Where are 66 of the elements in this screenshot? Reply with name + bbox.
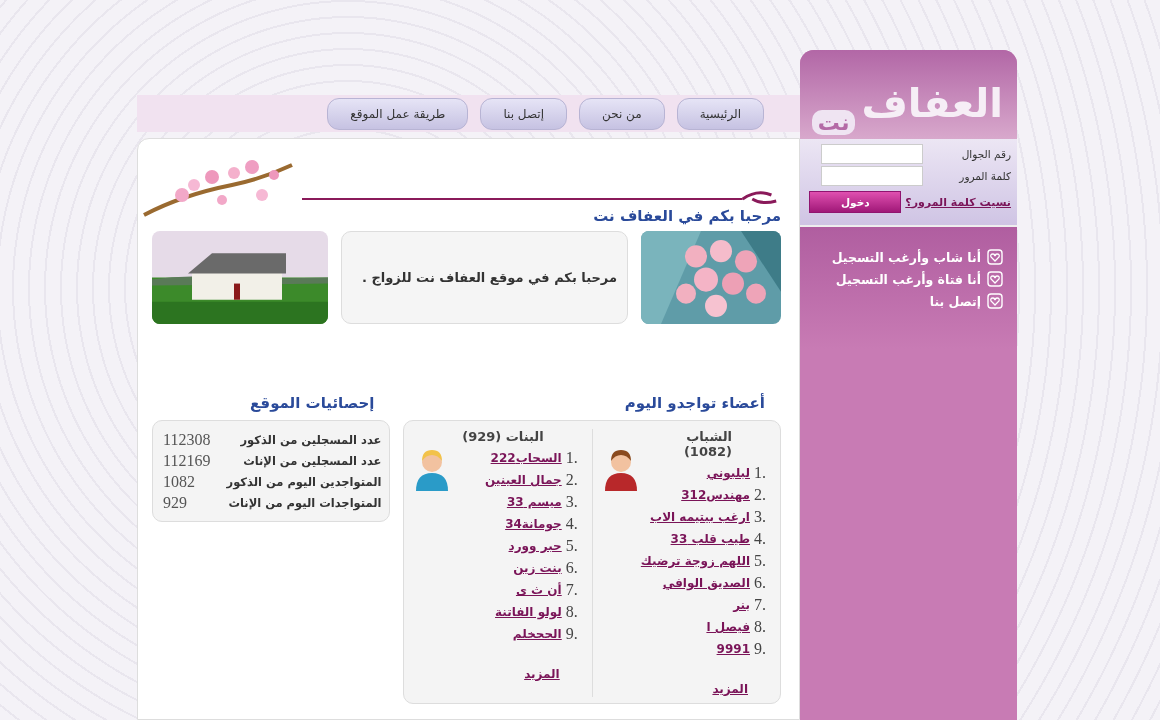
more-link[interactable]: المزيد: [712, 682, 748, 696]
group-heading: الشباب (1082): [682, 429, 733, 459]
welcome-message: مرحبا بكم في موقع العفاف نت للزواج .: [361, 270, 617, 285]
forgot-password-link[interactable]: نسيت كلمة المرور؟: [905, 195, 1011, 209]
member-link[interactable]: مهندس312: [681, 488, 750, 502]
logo-text: العفاف: [861, 83, 1003, 128]
list-number: 4.: [565, 515, 578, 533]
list-number: 7.: [754, 596, 766, 614]
stat-label: عدد المسجلين من الذكور: [240, 432, 382, 447]
list-number: 6.: [754, 574, 766, 592]
sidebar-link[interactable]: أنا شاب وأرغب التسجيل: [831, 249, 981, 265]
member-link[interactable]: لبلبوني: [706, 466, 750, 480]
list-number: 2.: [754, 486, 766, 504]
list-number: 6.: [565, 559, 578, 577]
nav-tab[interactable]: إتصل بنا: [480, 97, 568, 130]
list-number: 5.: [565, 537, 578, 555]
member-link[interactable]: ميسم 33: [506, 495, 562, 509]
list-number: 5.: [754, 552, 766, 570]
welcome-title: مرحبا بكم في العفاف نت: [593, 207, 781, 225]
member-link[interactable]: حبر وورد: [508, 539, 562, 553]
member-link[interactable]: أن ث ى: [515, 583, 562, 597]
list-number: 9.: [754, 640, 766, 658]
stat-label: المتواجدات اليوم من الإناث: [228, 495, 382, 510]
member-link[interactable]: بنت زين: [513, 561, 562, 575]
list-number: 8.: [754, 618, 766, 636]
section-title: إحصائيات الموقع: [249, 394, 376, 414]
list-number: 7.: [565, 581, 578, 599]
member-link[interactable]: فيصل ا: [706, 620, 750, 634]
list-number: 1.: [565, 449, 578, 467]
list-number: 3.: [565, 493, 578, 511]
stat-value: 112169: [163, 451, 211, 470]
login-button[interactable]: دخول: [809, 191, 902, 213]
input-field[interactable]: [821, 166, 923, 186]
nav-tab[interactable]: الرئيسية: [676, 97, 764, 130]
member-link[interactable]: اللهم زوجة ترضيك: [640, 554, 750, 568]
list-number: 3.: [754, 508, 766, 526]
more-link[interactable]: المزيد: [524, 667, 560, 681]
field-label: كلمة المرور: [957, 170, 1011, 182]
list-number: 8.: [565, 603, 578, 621]
section-title: أعضاء تواجدو اليوم: [623, 394, 766, 414]
input-field[interactable]: [821, 144, 923, 164]
nav-tab[interactable]: من نحن: [579, 97, 665, 130]
stat-value: 929: [163, 493, 187, 512]
member-link[interactable]: ارغب بيتيمه الاب: [650, 510, 750, 524]
member-link[interactable]: جمال العينين: [485, 473, 562, 487]
list-number: 9.: [565, 625, 578, 643]
list-number: 1.: [754, 464, 766, 482]
logo-suffix: نت: [811, 110, 856, 135]
member-link[interactable]: طيب قلب 33: [670, 532, 750, 546]
stat-label: عدد المسجلين من الإناث: [243, 453, 382, 468]
member-link[interactable]: الححخلم: [512, 627, 562, 641]
member-link[interactable]: الصديق الوافي: [662, 576, 750, 590]
member-link[interactable]: لولو الفاتنة: [495, 605, 562, 619]
stat-value: 1082: [163, 472, 195, 491]
group-heading: البنات (929): [461, 429, 545, 444]
nav-tab[interactable]: طريقة عمل الموقع: [327, 97, 469, 130]
member-link[interactable]: 9991: [716, 642, 750, 656]
stat-label: المتواجدين اليوم من الذكور: [226, 474, 382, 489]
member-link[interactable]: السحاب222: [490, 451, 562, 465]
sidebar-link[interactable]: أنا فتاة وأرغب التسجيل: [835, 271, 981, 287]
member-link[interactable]: جومانة34: [505, 517, 562, 531]
member-link[interactable]: بنر: [733, 598, 750, 612]
field-label: رقم الجوال: [960, 148, 1011, 160]
stat-value: 112308: [163, 430, 211, 449]
list-number: 4.: [754, 530, 766, 548]
list-number: 2.: [565, 471, 578, 489]
